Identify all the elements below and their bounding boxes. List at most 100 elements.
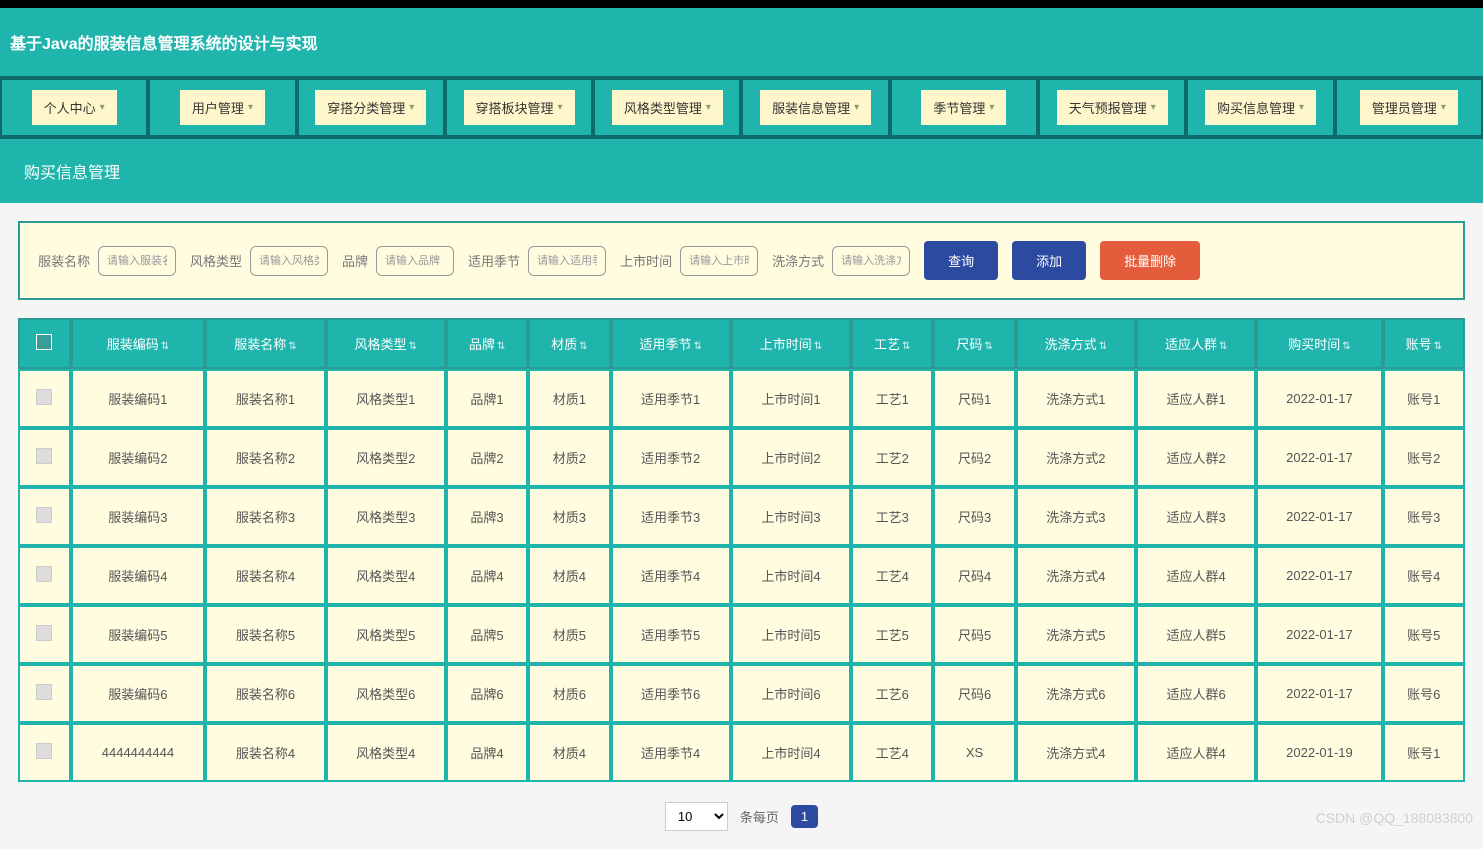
nav-wrapper: 个人中心▾ xyxy=(0,76,148,139)
purchase-info-table: 服装编码⇅服装名称⇅风格类型⇅品牌⇅材质⇅适用季节⇅上市时间⇅工艺⇅尺码⇅洗涤方… xyxy=(18,318,1465,782)
per-page-label: 条每页 xyxy=(740,807,779,826)
filter-label: 服装名称 xyxy=(38,251,90,270)
page-number-1[interactable]: 1 xyxy=(791,805,818,828)
table-cell: 适应人群3 xyxy=(1136,487,1256,546)
table-cell: 适用季节1 xyxy=(611,369,731,428)
table-row: 服装编码2服装名称2风格类型2品牌2材质2适用季节2上市时间2工艺2尺码2洗涤方… xyxy=(18,428,1465,487)
row-checkbox[interactable] xyxy=(36,743,52,759)
column-header-label: 账号 xyxy=(1406,337,1432,352)
sort-icon: ⇅ xyxy=(497,341,505,352)
column-header-label: 适用季节 xyxy=(639,337,691,352)
column-header[interactable]: 购买时间⇅ xyxy=(1256,318,1382,369)
row-checkbox[interactable] xyxy=(36,684,52,700)
clothing-name-input[interactable] xyxy=(98,246,176,276)
table-cell: 适用季节2 xyxy=(611,428,731,487)
sort-icon: ⇅ xyxy=(1434,341,1442,352)
brand-input[interactable] xyxy=(376,246,454,276)
table-cell: 工艺5 xyxy=(851,605,933,664)
wash-method-input[interactable] xyxy=(832,246,910,276)
add-button[interactable]: 添加 xyxy=(1012,241,1086,280)
table-cell: 服装编码3 xyxy=(71,487,206,546)
nav-item-9[interactable]: 管理员管理▾ xyxy=(1360,90,1458,125)
column-header[interactable]: 适用季节⇅ xyxy=(611,318,731,369)
nav-item-8[interactable]: 购买信息管理 ▾ xyxy=(1205,90,1316,125)
column-header[interactable]: 服装名称⇅ xyxy=(205,318,325,369)
column-header[interactable]: 材质⇅ xyxy=(528,318,610,369)
column-header[interactable]: 工艺⇅ xyxy=(851,318,933,369)
sort-icon: ⇅ xyxy=(409,341,417,352)
table-row: 服装编码5服装名称5风格类型5品牌5材质5适用季节5上市时间5工艺5尺码5洗涤方… xyxy=(18,605,1465,664)
query-button[interactable]: 查询 xyxy=(924,241,998,280)
column-header[interactable]: 账号⇅ xyxy=(1383,318,1465,369)
chevron-down-icon: ▾ xyxy=(248,102,253,113)
nav-item-3[interactable]: 穿搭板块管理▾ xyxy=(464,90,575,125)
row-checkbox[interactable] xyxy=(36,448,52,464)
sort-icon: ⇅ xyxy=(1219,341,1227,352)
table-cell: 风格类型4 xyxy=(326,546,446,605)
batch-delete-button[interactable]: 批量删除 xyxy=(1100,241,1200,280)
table-cell: 风格类型2 xyxy=(326,428,446,487)
table-cell: 材质1 xyxy=(528,369,610,428)
nav-wrapper: 管理员管理▾ xyxy=(1335,76,1483,139)
table-cell: 账号3 xyxy=(1383,487,1465,546)
nav-item-label: 购买信息管理 xyxy=(1217,98,1295,117)
season-input[interactable] xyxy=(528,246,606,276)
table-cell: 2022-01-17 xyxy=(1256,605,1382,664)
table-cell: 品牌4 xyxy=(446,723,528,782)
table-cell: 适应人群6 xyxy=(1136,664,1256,723)
filter-label: 洗涤方式 xyxy=(772,251,824,270)
table-cell: 适应人群5 xyxy=(1136,605,1256,664)
select-all-checkbox[interactable] xyxy=(36,334,52,350)
nav-item-1[interactable]: 用户管理▾ xyxy=(180,90,265,125)
nav-item-5[interactable]: 服装信息管理▾ xyxy=(760,90,871,125)
nav-item-label: 风格类型管理 xyxy=(624,98,702,117)
nav-wrapper: 季节管理▾ xyxy=(890,76,1038,139)
row-checkbox[interactable] xyxy=(36,507,52,523)
column-header[interactable]: 适应人群⇅ xyxy=(1136,318,1256,369)
nav-item-label: 穿搭板块管理 xyxy=(476,98,554,117)
table-cell: 洗涤方式4 xyxy=(1016,723,1136,782)
table-cell: 材质5 xyxy=(528,605,610,664)
column-header[interactable]: 尺码⇅ xyxy=(933,318,1015,369)
table-cell: 工艺1 xyxy=(851,369,933,428)
nav-item-0[interactable]: 个人中心▾ xyxy=(32,90,117,125)
row-checkbox[interactable] xyxy=(36,566,52,582)
table-cell: 适应人群2 xyxy=(1136,428,1256,487)
sort-icon: ⇅ xyxy=(814,341,822,352)
nav-item-6[interactable]: 季节管理▾ xyxy=(921,90,1006,125)
nav-item-4[interactable]: 风格类型管理▾ xyxy=(612,90,723,125)
style-type-input[interactable] xyxy=(250,246,328,276)
table-cell: 适用季节4 xyxy=(611,546,731,605)
table-cell: 上市时间3 xyxy=(731,487,851,546)
row-checkbox[interactable] xyxy=(36,389,52,405)
table-cell: 4444444444 xyxy=(71,723,206,782)
column-header[interactable]: 品牌⇅ xyxy=(446,318,528,369)
table-cell: 2022-01-19 xyxy=(1256,723,1382,782)
column-header[interactable]: 风格类型⇅ xyxy=(326,318,446,369)
column-header[interactable]: 洗涤方式⇅ xyxy=(1016,318,1136,369)
table-cell: 上市时间4 xyxy=(731,546,851,605)
column-header[interactable]: 上市时间⇅ xyxy=(731,318,851,369)
sort-icon: ⇅ xyxy=(984,341,992,352)
nav-item-2[interactable]: 穿搭分类管理▾ xyxy=(315,90,426,125)
table-cell: 账号4 xyxy=(1383,546,1465,605)
page-size-select[interactable]: 10 xyxy=(665,802,728,831)
app-title: 基于Java的服装信息管理系统的设计与实现 xyxy=(10,36,318,53)
nav-item-7[interactable]: 天气预报管理 ▾ xyxy=(1057,90,1168,125)
chevron-down-icon: ▾ xyxy=(854,102,859,113)
table-cell: 适用季节5 xyxy=(611,605,731,664)
table-cell: 尺码5 xyxy=(933,605,1015,664)
launch-time-input[interactable] xyxy=(680,246,758,276)
column-header-label: 材质 xyxy=(551,337,577,352)
chevron-down-icon: ▾ xyxy=(1299,102,1304,113)
nav-item-label: 天气预报管理 xyxy=(1069,98,1147,117)
checkbox-cell xyxy=(18,664,71,723)
row-checkbox[interactable] xyxy=(36,625,52,641)
table-wrapper: 服装编码⇅服装名称⇅风格类型⇅品牌⇅材质⇅适用季节⇅上市时间⇅工艺⇅尺码⇅洗涤方… xyxy=(18,318,1465,782)
table-cell: 服装编码5 xyxy=(71,605,206,664)
nav-wrapper: 风格类型管理▾ xyxy=(593,76,741,139)
chevron-down-icon: ▾ xyxy=(1151,102,1156,113)
column-header[interactable]: 服装编码⇅ xyxy=(71,318,206,369)
table-cell: 适应人群1 xyxy=(1136,369,1256,428)
filter-label: 风格类型 xyxy=(190,251,242,270)
